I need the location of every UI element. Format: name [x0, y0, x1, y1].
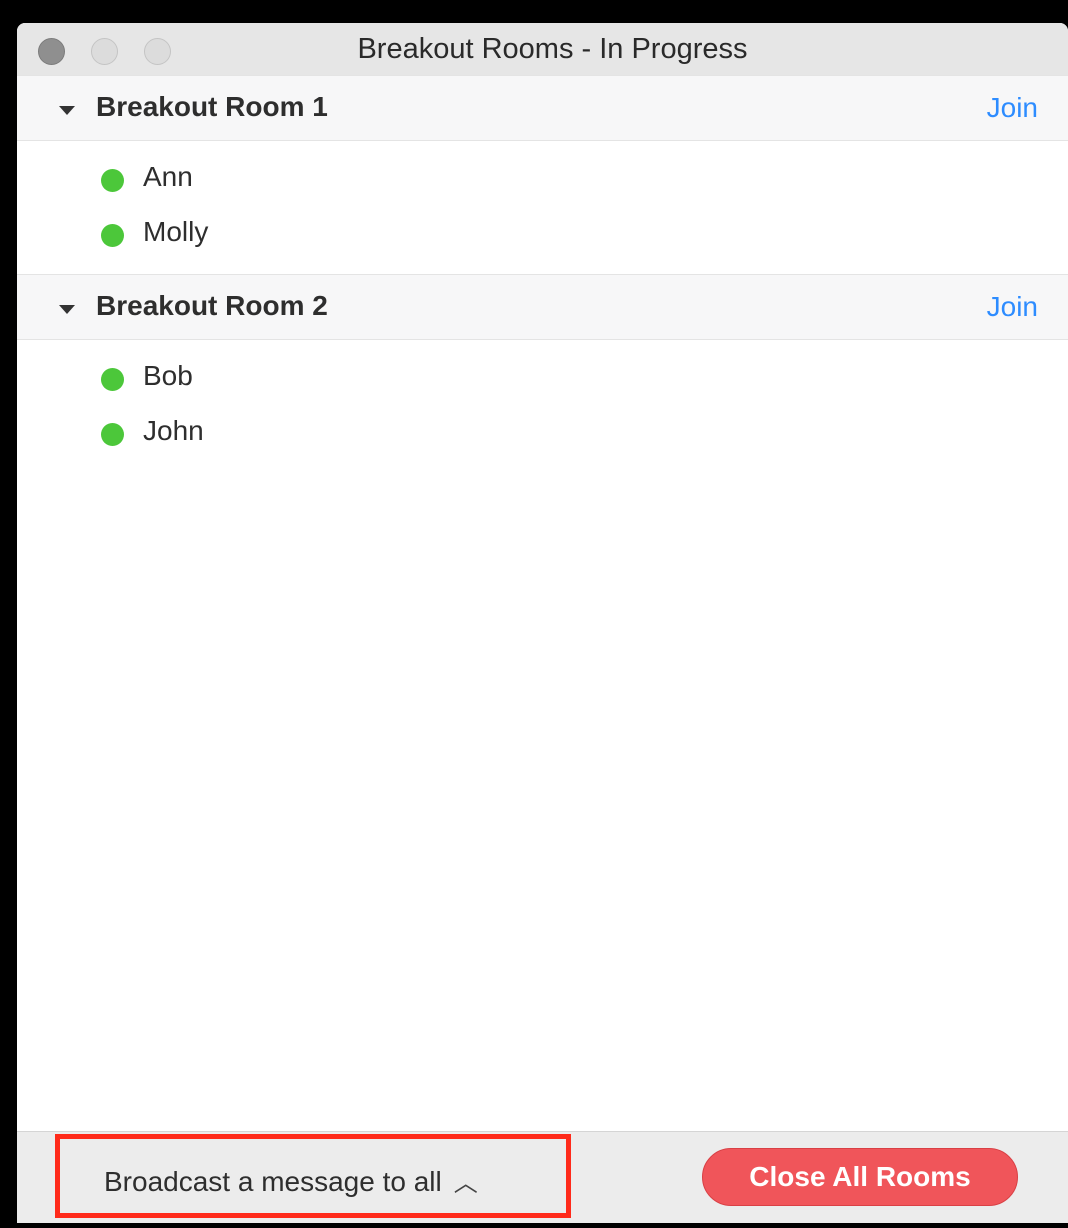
join-room-2-button[interactable]: Join — [987, 291, 1038, 323]
chevron-up-icon: ︿ — [453, 1170, 478, 1197]
room-header-2[interactable]: Breakout Room 2 Join — [17, 274, 1068, 340]
close-all-rooms-button[interactable]: Close All Rooms — [702, 1148, 1018, 1206]
title-bar[interactable]: Breakout Rooms - In Progress — [17, 23, 1068, 76]
participant-name: Bob — [143, 360, 193, 391]
participant-row: John — [17, 409, 1068, 459]
broadcast-label-wrap: Broadcast a message to all ︿ — [104, 1163, 478, 1198]
participant-row: Ann — [17, 155, 1068, 205]
participant-row: Bob — [17, 354, 1068, 404]
broadcast-label: Broadcast a message to all — [104, 1166, 442, 1197]
status-online-icon — [101, 423, 124, 446]
participant-row: Molly — [17, 210, 1068, 260]
join-room-1-button[interactable]: Join — [987, 92, 1038, 124]
status-online-icon — [101, 169, 124, 192]
participant-name: Molly — [143, 216, 209, 247]
collapse-triangle-icon[interactable] — [59, 106, 75, 115]
window-title: Breakout Rooms - In Progress — [357, 33, 748, 65]
room-name: Breakout Room 1 — [96, 91, 328, 122]
footer-bar: Broadcast a message to all ︿ Close All Ro… — [17, 1131, 1068, 1223]
room-name: Breakout Room 2 — [96, 290, 328, 321]
collapse-triangle-icon[interactable] — [59, 305, 75, 314]
status-online-icon — [101, 368, 124, 391]
participant-name: John — [143, 415, 204, 446]
status-online-icon — [101, 224, 124, 247]
room-header-1[interactable]: Breakout Room 1 Join — [17, 75, 1068, 141]
breakout-rooms-window: Breakout Rooms - In Progress Breakout Ro… — [17, 23, 1068, 1223]
participant-name: Ann — [143, 161, 193, 192]
broadcast-message-button[interactable]: Broadcast a message to all ︿ — [55, 1134, 571, 1218]
